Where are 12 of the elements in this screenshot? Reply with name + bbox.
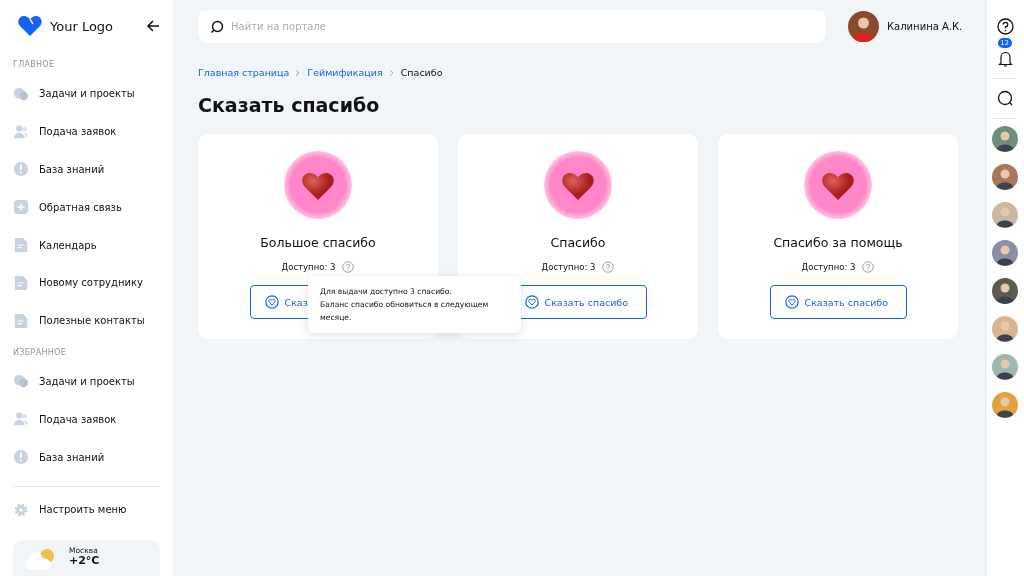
available-count: Доступно: 3 — [801, 262, 856, 272]
weather-temperature: +2°C — [69, 555, 100, 567]
breadcrumb-current: Спасибо — [400, 67, 443, 78]
section-heading: ИЗБРАННОЕ — [13, 347, 67, 357]
card-title: Спасибо за помощь — [773, 235, 903, 250]
available-count: Доступно: 3 — [281, 262, 336, 272]
card-title: Большое спасибо — [260, 235, 376, 250]
logo-text: Your Logo — [50, 18, 115, 34]
card-title: Спасибо — [550, 235, 606, 250]
section-heading: ГЛАВНОЕ — [13, 60, 56, 69]
page-title: Сказать спасибо — [198, 94, 381, 116]
available-count: Доступно: 3 — [541, 262, 596, 272]
